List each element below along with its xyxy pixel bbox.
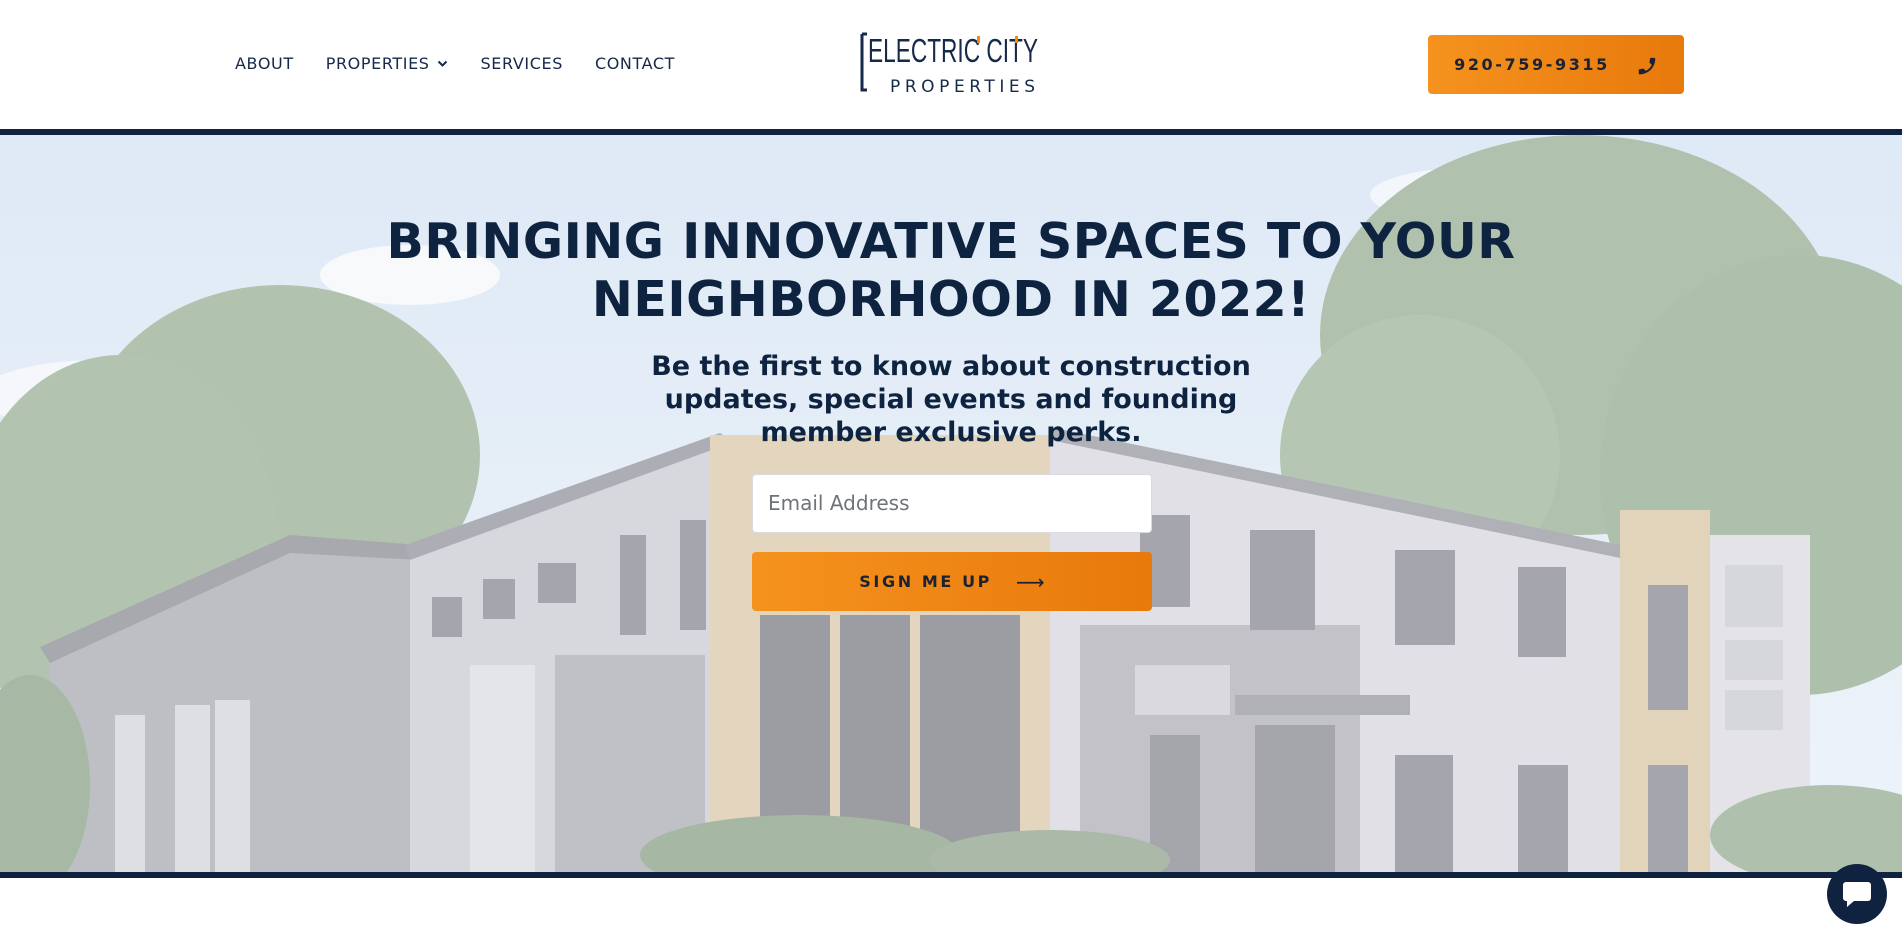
nav-contact-label: CONTACT	[594, 54, 676, 73]
hero-subheading: Be the first to know about construction …	[651, 351, 1251, 448]
nav-about-label: ABOUT	[235, 54, 294, 73]
phone-number: 920-759-9315	[1454, 55, 1610, 74]
hero-section: BRINGING INNOVATIVE SPACES TO YOUR NEIGH…	[0, 135, 1902, 872]
nav-services[interactable]: SERVICES	[481, 54, 563, 73]
hero-headline-line2: NEIGHBORHOOD IN 2022!	[591, 271, 1311, 328]
chat-widget-button[interactable]	[1827, 864, 1887, 924]
logo-line2: PROPERTIES	[890, 77, 1035, 97]
nav-services-label: SERVICES	[480, 54, 563, 73]
site-header: ABOUT PROPERTIES SERVICES CONTACT ELECTR…	[0, 0, 1902, 129]
logo-line1: ELECTRIC CITY	[868, 32, 1038, 69]
phone-button[interactable]: 920-759-9315	[1428, 35, 1684, 94]
arrow-right-icon: ⟶	[1016, 569, 1045, 594]
email-field[interactable]: Email Address	[752, 474, 1152, 533]
chevron-down-icon	[437, 60, 447, 67]
hero-headline-line1: BRINGING INNOVATIVE SPACES TO YOUR	[386, 213, 1516, 270]
nav-contact[interactable]: CONTACT	[595, 54, 675, 73]
hero-bottom-divider	[0, 872, 1902, 878]
nav-properties-label: PROPERTIES	[325, 54, 430, 73]
hero-headline: BRINGING INNOVATIVE SPACES TO YOUR NEIGH…	[0, 213, 1902, 329]
nav-properties[interactable]: PROPERTIES	[326, 54, 449, 73]
nav-about[interactable]: ABOUT	[235, 54, 294, 73]
phone-icon	[1638, 57, 1656, 74]
sign-me-up-label: SIGN ME UP	[859, 572, 993, 591]
main-nav: ABOUT PROPERTIES SERVICES CONTACT	[235, 54, 707, 73]
chat-icon	[1843, 882, 1871, 907]
sign-me-up-button[interactable]: SIGN ME UP ⟶	[752, 552, 1152, 611]
electric-city-logo[interactable]: ELECTRIC CITY PROPERTIES	[860, 31, 1042, 97]
